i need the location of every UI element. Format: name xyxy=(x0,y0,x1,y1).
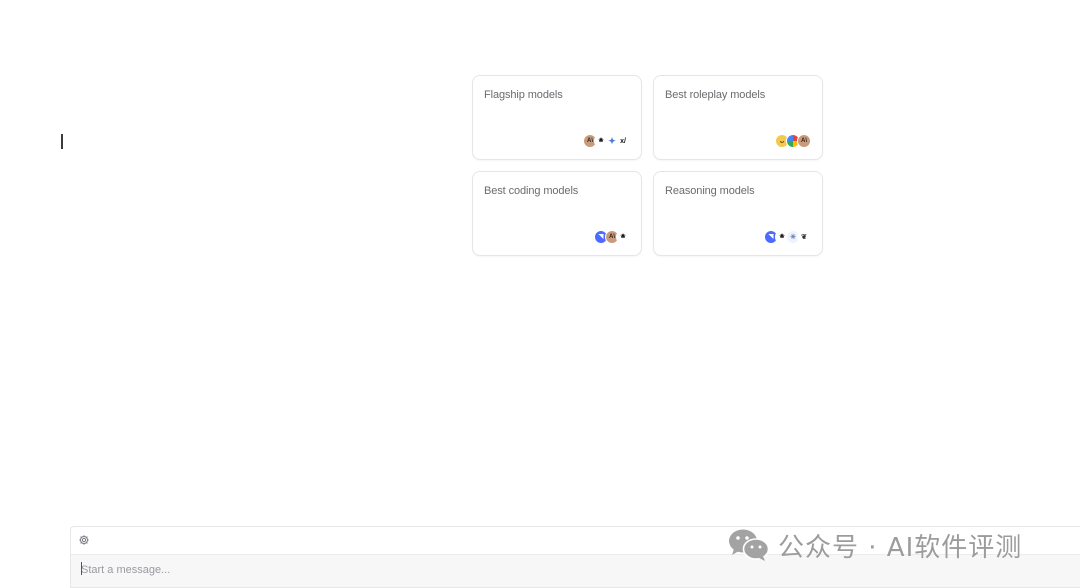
card-title: Best roleplay models xyxy=(665,89,766,101)
model-icon-stack: A\ ❀ ✦ x/ xyxy=(583,134,630,148)
xai-icon: x/ xyxy=(616,134,630,148)
card-title: Reasoning models xyxy=(665,185,755,197)
gear-icon xyxy=(79,535,89,545)
mistral-icon: ❦ xyxy=(797,230,811,244)
card-reasoning-models[interactable]: Reasoning models ◥ ❀ ✳ ❦ xyxy=(653,171,823,256)
card-best-coding-models[interactable]: Best coding models ◥ A\ ❀ xyxy=(472,171,642,256)
wechat-watermark: 公众号 · AI软件评测 xyxy=(728,526,1022,564)
text-cursor xyxy=(61,134,63,149)
chat-home: Flagship models A\ ❀ ✦ x/ Best roleplay … xyxy=(0,0,1080,588)
card-best-roleplay-models[interactable]: Best roleplay models ᴗ A\ xyxy=(653,75,823,160)
openai-icon: ❀ xyxy=(616,230,630,244)
model-icon-stack: ᴗ A\ xyxy=(775,134,811,148)
card-title: Best coding models xyxy=(484,185,579,197)
input-caret xyxy=(81,562,82,575)
card-title: Flagship models xyxy=(484,89,563,101)
watermark-text: 公众号 · AI软件评测 xyxy=(778,532,1023,563)
settings-button[interactable] xyxy=(77,533,91,547)
model-icon-stack: ◥ A\ ❀ xyxy=(594,230,630,244)
anthropic-icon: A\ xyxy=(797,134,811,148)
model-collection-grid: Flagship models A\ ❀ ✦ x/ Best roleplay … xyxy=(472,75,823,256)
wechat-icon xyxy=(729,529,770,561)
model-icon-stack: ◥ ❀ ✳ ❦ xyxy=(764,230,811,244)
card-flagship-models[interactable]: Flagship models A\ ❀ ✦ x/ xyxy=(472,75,642,160)
